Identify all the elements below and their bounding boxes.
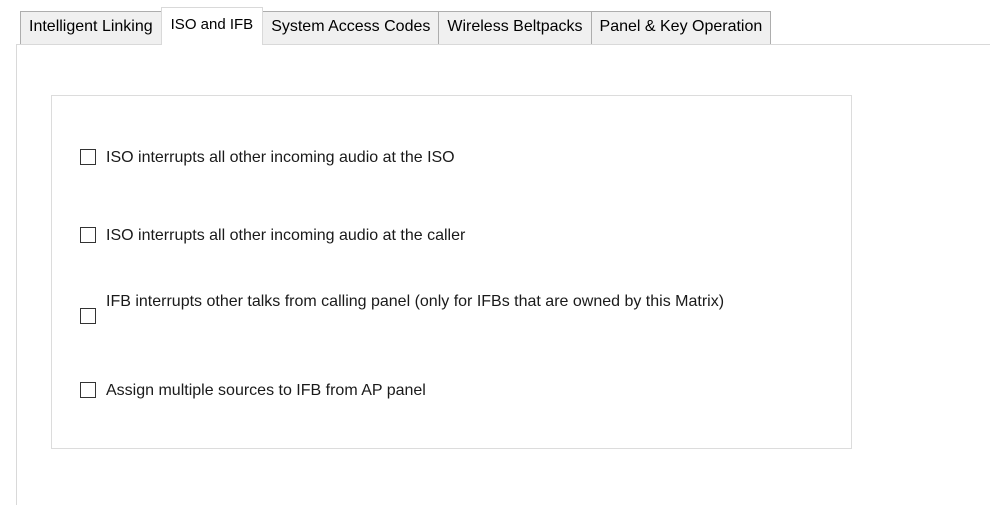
option-assign-multiple-sources[interactable]: Assign multiple sources to IFB from AP p… bbox=[80, 380, 426, 401]
tab-strip: Intelligent Linking ISO and IFB System A… bbox=[20, 7, 772, 45]
iso-interrupts-at-caller-checkbox[interactable] bbox=[80, 227, 96, 243]
iso-ifb-options-group: ISO interrupts all other incoming audio … bbox=[51, 95, 852, 449]
tab-iso-and-ifb[interactable]: ISO and IFB bbox=[160, 7, 264, 45]
option-iso-interrupts-at-iso[interactable]: ISO interrupts all other incoming audio … bbox=[80, 147, 455, 168]
tab-wireless-beltpacks[interactable]: Wireless Beltpacks bbox=[438, 11, 592, 45]
tab-panel-key-operation[interactable]: Panel & Key Operation bbox=[590, 11, 772, 45]
ifb-interrupts-talks-checkbox[interactable] bbox=[80, 308, 96, 324]
option-ifb-interrupts-talks[interactable]: IFB interrupts other talks from calling … bbox=[80, 291, 724, 324]
iso-interrupts-at-iso-label[interactable]: ISO interrupts all other incoming audio … bbox=[106, 147, 455, 168]
assign-multiple-sources-label[interactable]: Assign multiple sources to IFB from AP p… bbox=[106, 380, 426, 401]
iso-interrupts-at-caller-label[interactable]: ISO interrupts all other incoming audio … bbox=[106, 225, 465, 246]
tab-intelligent-linking[interactable]: Intelligent Linking bbox=[20, 11, 162, 45]
tab-system-access-codes[interactable]: System Access Codes bbox=[262, 11, 440, 45]
iso-interrupts-at-iso-checkbox[interactable] bbox=[80, 149, 96, 165]
assign-multiple-sources-checkbox[interactable] bbox=[80, 382, 96, 398]
ifb-interrupts-talks-label[interactable]: IFB interrupts other talks from calling … bbox=[106, 291, 724, 312]
option-iso-interrupts-at-caller[interactable]: ISO interrupts all other incoming audio … bbox=[80, 225, 465, 246]
